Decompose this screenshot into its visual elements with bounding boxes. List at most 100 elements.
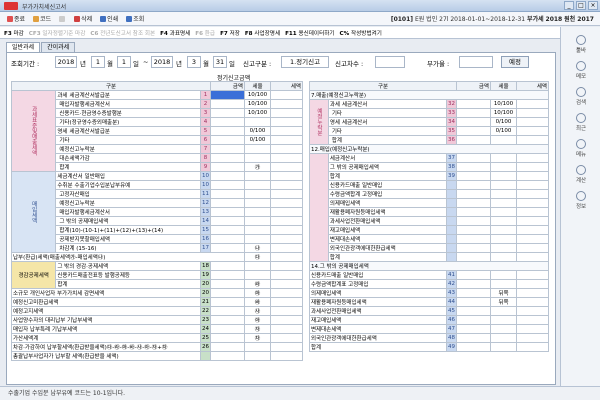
sidebar-item-menu[interactable]: 메뉴	[567, 139, 595, 158]
month-to-input[interactable]: 3	[187, 56, 201, 68]
amount-input[interactable]	[210, 189, 245, 199]
amount-input[interactable]	[456, 252, 491, 262]
amount-input[interactable]	[210, 153, 245, 163]
amount-input[interactable]	[456, 207, 491, 217]
amount-input[interactable]	[456, 333, 491, 343]
fn-sort-close[interactable]: CF3 일자정렬기준 마감	[29, 29, 86, 37]
amount-input[interactable]	[456, 315, 491, 325]
amount-input[interactable]	[210, 162, 245, 172]
amount-input[interactable]	[210, 288, 245, 298]
amount-input[interactable]	[456, 216, 491, 226]
amount-input[interactable]	[210, 243, 245, 253]
year-to-input[interactable]: 2018	[151, 56, 173, 68]
amount-input[interactable]	[210, 216, 245, 226]
row-number: 35	[446, 126, 457, 136]
amount-input[interactable]	[456, 288, 491, 298]
amount-input[interactable]	[456, 180, 491, 190]
fn-refund[interactable]: F6 환급	[195, 29, 215, 37]
fn-save[interactable]: F7 저장	[220, 29, 240, 37]
tab-general-tax[interactable]: 일반과세	[6, 42, 41, 52]
sidebar-item-calc[interactable]: 계산	[567, 165, 595, 184]
tax-rate: ㉱	[244, 279, 271, 289]
amount-input[interactable]	[210, 171, 245, 181]
amount-input[interactable]	[210, 261, 245, 271]
row-number: 15	[200, 225, 211, 235]
sidebar-item-info[interactable]: 정보	[567, 191, 595, 210]
payable-mark: ㉰	[244, 252, 271, 262]
amount-input[interactable]	[210, 324, 245, 334]
amount-input[interactable]	[210, 99, 245, 109]
amount-input[interactable]	[210, 126, 245, 136]
row-number: 47	[446, 324, 457, 334]
amount-input[interactable]	[210, 225, 245, 235]
example-button[interactable]: 예정	[501, 56, 529, 68]
amount-input[interactable]	[456, 198, 491, 208]
tab-simplified-tax[interactable]: 간이과세	[41, 42, 76, 52]
amount-input[interactable]	[456, 99, 491, 109]
amount-input[interactable]	[456, 324, 491, 334]
delete-button[interactable]: 삭제	[71, 13, 95, 24]
blank-button[interactable]	[56, 13, 69, 24]
amount-input[interactable]	[456, 162, 491, 172]
amount-input[interactable]	[210, 234, 245, 244]
amount-input[interactable]	[210, 333, 245, 343]
sidebar-item-search[interactable]: 검색	[567, 87, 595, 106]
amount-input[interactable]	[210, 90, 245, 100]
fn-close-period[interactable]: F3 마감	[4, 29, 24, 37]
amount-input[interactable]	[210, 306, 245, 316]
amount-input[interactable]	[210, 180, 245, 190]
report-type-select[interactable]: 1.정기신고	[281, 56, 329, 68]
fn-prev-year-ref[interactable]: C6 전년도신고서 참조 회본	[90, 29, 155, 37]
sidebar-item-recent[interactable]: 최근	[567, 113, 595, 132]
tax-amount	[516, 270, 549, 280]
amount-input[interactable]	[210, 351, 245, 361]
code-button[interactable]: 코드	[30, 13, 54, 24]
fn-data-transfer[interactable]: F11 용신데이터하기	[285, 29, 334, 37]
day-from-input[interactable]: 1	[117, 56, 131, 68]
amount-input[interactable]	[210, 279, 245, 289]
maximize-button[interactable]: □	[576, 1, 586, 10]
amount-input[interactable]	[456, 225, 491, 235]
amount-input[interactable]	[456, 297, 491, 307]
amount-input[interactable]	[456, 243, 491, 253]
month-from-input[interactable]: 1	[91, 56, 105, 68]
amount-input[interactable]	[210, 144, 245, 154]
row-label: 예정고지세액	[11, 306, 201, 316]
amount-input[interactable]	[456, 135, 491, 145]
amount-input[interactable]	[210, 315, 245, 325]
amount-input[interactable]	[210, 108, 245, 118]
fn-guide-toggle[interactable]: C% 작성방법켜기	[340, 29, 382, 37]
year-from-input[interactable]: 2018	[55, 56, 77, 68]
amount-input[interactable]	[210, 135, 245, 145]
period-label: 조회기간 :	[11, 60, 40, 68]
search-button[interactable]: 조회	[123, 13, 147, 24]
day-to-input[interactable]: 31	[213, 56, 227, 68]
exit-button[interactable]: 종료	[4, 13, 28, 24]
amount-input[interactable]	[456, 117, 491, 127]
amount-input[interactable]	[210, 198, 245, 208]
fn-site-detail[interactable]: F8 사업장명세	[245, 29, 280, 37]
amount-input[interactable]	[456, 279, 491, 289]
amount-input[interactable]	[456, 234, 491, 244]
print-button[interactable]: 인쇄	[97, 13, 121, 24]
amount-input[interactable]	[456, 153, 491, 163]
amount-input[interactable]	[210, 117, 245, 127]
amount-input[interactable]	[456, 306, 491, 316]
sidebar-item-toolbar[interactable]: 툴바	[567, 35, 595, 54]
fn-tax-base-detail[interactable]: F4 과표명세	[160, 29, 190, 37]
amount-input[interactable]	[456, 108, 491, 118]
close-window-button[interactable]: ×	[588, 1, 598, 10]
amount-input[interactable]	[456, 171, 491, 181]
vat-rate-input[interactable]	[459, 56, 493, 68]
minimize-button[interactable]: _	[564, 1, 574, 10]
amount-input[interactable]	[210, 207, 245, 217]
amount-input[interactable]	[456, 189, 491, 199]
amount-input[interactable]	[456, 342, 491, 352]
amount-input[interactable]	[210, 342, 245, 352]
amount-input[interactable]	[210, 297, 245, 307]
amount-input[interactable]	[456, 126, 491, 136]
amount-input[interactable]	[456, 270, 491, 280]
sidebar-item-memo[interactable]: 메모	[567, 61, 595, 80]
amount-input[interactable]	[210, 270, 245, 280]
report-seq-select[interactable]	[375, 56, 405, 68]
